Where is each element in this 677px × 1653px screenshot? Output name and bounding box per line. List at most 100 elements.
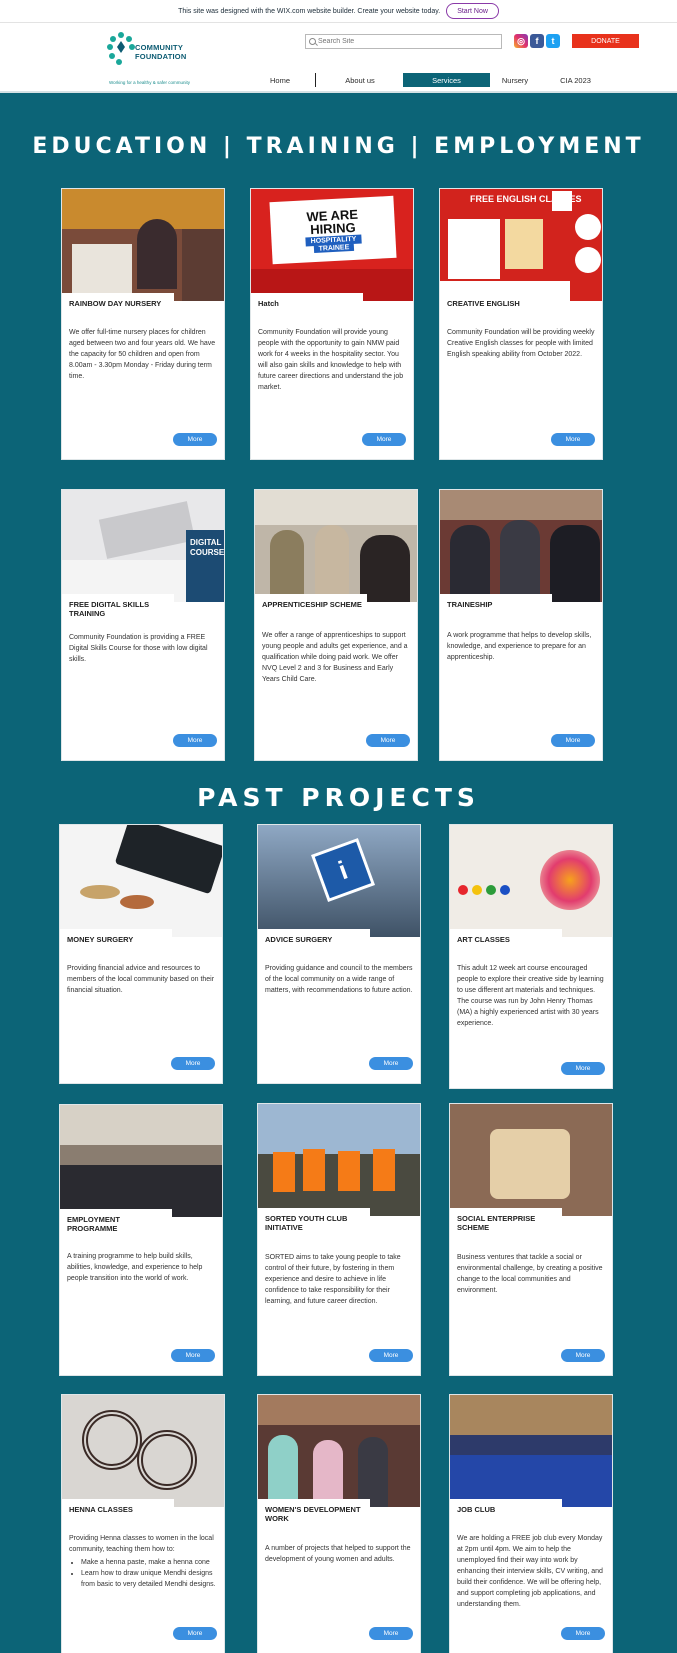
card-title: Hatch: [251, 293, 363, 308]
card-title: EMPLOYMENT PROGRAMME: [60, 1209, 172, 1233]
nav-cia-2023[interactable]: CIA 2023: [553, 73, 598, 87]
hiring-poster: WE ARE HIRING HOSPITALITY TRAINEE: [251, 189, 413, 301]
card-womens-development: WOMEN'S DEVELOPMENT WORK A number of pro…: [257, 1394, 421, 1653]
logo[interactable]: COMMUNITY FOUNDATION Working for a healt…: [107, 29, 199, 87]
card-description: Providing Henna classes to women in the …: [69, 1533, 218, 1590]
more-button[interactable]: More: [561, 1062, 605, 1075]
nav-services[interactable]: Services: [403, 73, 490, 87]
card-description: Community Foundation will be providing w…: [447, 329, 595, 358]
card-description: We are holding a FREE job club every Mon…: [457, 1535, 603, 1608]
card-description: Providing guidance and council to the me…: [265, 965, 413, 994]
card-sorted-youth-club: SORTED YOUTH CLUB INITIATIVE SORTED aims…: [257, 1103, 421, 1376]
search-box[interactable]: [305, 34, 502, 49]
nav-divider: [315, 73, 316, 87]
job-club-photo: [450, 1395, 612, 1507]
card-description: Business ventures that tackle a social o…: [457, 1254, 603, 1294]
more-button[interactable]: More: [551, 433, 595, 446]
advice-sign-photo: i: [258, 825, 420, 937]
twitter-icon[interactable]: t: [546, 34, 560, 48]
section-title-education: EDUCATION | TRAINING | EMPLOYMENT: [32, 134, 645, 159]
puzzle-hands-photo: [450, 1104, 612, 1216]
card-social-enterprise: SOCIAL ENTERPRISE SCHEME Business ventur…: [449, 1103, 613, 1376]
card-title: TRAINESHIP: [440, 594, 552, 609]
card-title: SOCIAL ENTERPRISE SCHEME: [450, 1208, 562, 1232]
site-header: COMMUNITY FOUNDATION Working for a healt…: [0, 23, 677, 93]
card-creative-english: FREE ENGLISH CLASSES CREATIVE ENGLISH Co…: [439, 188, 603, 460]
nursery-photo: [62, 189, 224, 301]
card-title: JOB CLUB: [450, 1499, 562, 1514]
card-apprenticeship-scheme: APPRENTICESHIP SCHEME We offer a range o…: [254, 489, 418, 761]
more-button[interactable]: More: [369, 1627, 413, 1640]
poster-trainee: TRAINEE: [313, 243, 355, 253]
section-title-past-projects: PAST PROJECTS: [197, 783, 480, 812]
page: This site was designed with the WIX.com …: [0, 0, 677, 1653]
card-description: We offer a range of apprenticeships to s…: [262, 632, 408, 683]
youth-club-photo: [258, 1104, 420, 1216]
card-henna-classes: HENNA CLASSES Providing Henna classes to…: [61, 1394, 225, 1653]
nav-about-us[interactable]: About us: [330, 73, 390, 87]
henna-photo: [62, 1395, 224, 1507]
womens-group-photo: [258, 1395, 420, 1507]
more-button[interactable]: More: [369, 1057, 413, 1070]
wix-banner: This site was designed with the WIX.com …: [0, 0, 677, 23]
card-traineeship: TRAINESHIP A work programme that helps t…: [439, 489, 603, 761]
card-advice-surgery: i ADVICE SURGERY Providing guidance and …: [257, 824, 421, 1084]
search-icon: [309, 38, 316, 45]
english-classes-poster: FREE ENGLISH CLASSES: [440, 189, 602, 301]
logo-tagline: Working for a healthy & safer community: [109, 80, 190, 85]
card-job-club: JOB CLUB We are holding a FREE job club …: [449, 1394, 613, 1653]
more-button[interactable]: More: [173, 1627, 217, 1640]
more-button[interactable]: More: [173, 734, 217, 747]
more-button[interactable]: More: [171, 1349, 215, 1362]
nav-nursery[interactable]: Nursery: [495, 73, 535, 87]
logo-figures-icon: [107, 32, 135, 65]
poster-digital: DIGITAL: [190, 538, 222, 547]
poster-course: COURSE: [190, 548, 224, 557]
card-title: SORTED YOUTH CLUB INITIATIVE: [258, 1208, 370, 1232]
card-art-classes: ART CLASSES This adult 12 week art cours…: [449, 824, 613, 1089]
card-description: A number of projects that helped to supp…: [265, 1545, 411, 1563]
henna-bullet: Learn how to draw unique Mendhi designs …: [81, 1568, 218, 1590]
card-description: Community Foundation is providing a FREE…: [69, 634, 208, 663]
card-hatch: WE ARE HIRING HOSPITALITY TRAINEE Hatch …: [250, 188, 414, 460]
card-title: CREATIVE ENGLISH: [440, 293, 552, 308]
more-button[interactable]: More: [561, 1349, 605, 1362]
start-now-button[interactable]: Start Now: [446, 3, 499, 19]
more-button[interactable]: More: [551, 734, 595, 747]
instagram-icon[interactable]: ◎: [514, 34, 528, 48]
card-description: This adult 12 week art course encouraged…: [457, 965, 604, 1027]
card-description: We offer full-time nursery places for ch…: [69, 329, 216, 380]
henna-intro: Providing Henna classes to women in the …: [69, 1535, 214, 1553]
more-button[interactable]: More: [369, 1349, 413, 1362]
card-free-digital-skills: DIGITAL COURSE FREE DIGITAL SKILLS TRAIN…: [61, 489, 225, 761]
card-description: SORTED aims to take young people to take…: [265, 1254, 401, 1305]
card-description: Community Foundation will provide young …: [258, 329, 404, 391]
card-title: MONEY SURGERY: [60, 929, 172, 944]
apprenticeship-photo: [255, 490, 417, 602]
search-input[interactable]: [318, 38, 498, 45]
more-button[interactable]: More: [173, 433, 217, 446]
more-button[interactable]: More: [171, 1057, 215, 1070]
card-description: A work programme that helps to develop s…: [447, 632, 592, 661]
paint-photo: [450, 825, 612, 937]
card-title: FREE DIGITAL SKILLS TRAINING: [62, 594, 174, 618]
card-title: WOMEN'S DEVELOPMENT WORK: [258, 1499, 370, 1523]
wix-banner-text: This site was designed with the WIX.com …: [178, 7, 441, 15]
card-employment-programme: EMPLOYMENT PROGRAMME A training programm…: [59, 1104, 223, 1376]
donate-button[interactable]: DONATE: [572, 34, 639, 48]
nav-home[interactable]: Home: [250, 73, 310, 87]
card-description: Providing financial advice and resources…: [67, 965, 215, 994]
card-money-surgery: MONEY SURGERY Providing financial advice…: [59, 824, 223, 1084]
card-title: ADVICE SURGERY: [258, 929, 370, 944]
card-rainbow-day-nursery: RAINBOW DAY NURSERY We offer full-time n…: [61, 188, 225, 460]
card-title: RAINBOW DAY NURSERY: [62, 293, 174, 308]
employment-photo: [60, 1105, 222, 1217]
logo-line2: FOUNDATION: [135, 52, 187, 61]
more-button[interactable]: More: [366, 734, 410, 747]
more-button[interactable]: More: [561, 1627, 605, 1640]
more-button[interactable]: More: [362, 433, 406, 446]
henna-bullets: Make a henna paste, make a henna cone Le…: [81, 1557, 218, 1590]
money-photo: [60, 825, 222, 937]
facebook-icon[interactable]: f: [530, 34, 544, 48]
logo-text: COMMUNITY FOUNDATION: [135, 43, 186, 61]
